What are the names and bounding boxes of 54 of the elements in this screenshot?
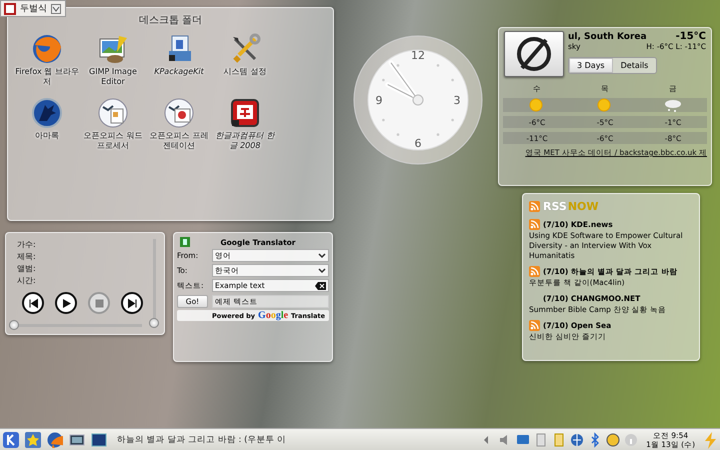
- keyboard-icon: [51, 4, 61, 14]
- app-launcher[interactable]: 시스템 설정: [212, 33, 278, 91]
- app-launcher[interactable]: 한글과컴퓨터 한글 2008: [212, 97, 278, 155]
- rss-icon: [529, 320, 540, 331]
- google-logo: Google: [258, 310, 288, 321]
- chevron-down-icon: [318, 252, 326, 258]
- badge-icon[interactable]: [605, 432, 622, 448]
- document-icon: [97, 97, 129, 129]
- star-launcher[interactable]: [24, 430, 42, 448]
- track-info-label: 제목:: [17, 251, 37, 262]
- rss-icon: [529, 201, 540, 212]
- app-menu-launcher[interactable]: [2, 430, 20, 448]
- feed-logo-text: NOW: [568, 200, 599, 213]
- app-menu-icon: [3, 432, 19, 448]
- clear-icon: [315, 282, 326, 290]
- star-icon: [25, 432, 41, 448]
- monitor-icon: [69, 432, 85, 448]
- analog-clock: 12 3 6 9: [353, 35, 483, 165]
- presentation-icon: [163, 97, 195, 129]
- folder-title: 데스크톱 폴더: [138, 14, 202, 27]
- play-icon: [60, 298, 72, 308]
- app-launcher[interactable]: 오픈오피스 프레젠테이션: [146, 97, 212, 155]
- skip-forward-icon: [126, 298, 138, 308]
- unavailable-icon: [514, 34, 554, 74]
- painting-icon: [97, 33, 129, 65]
- globe-icon[interactable]: [569, 432, 586, 448]
- app-launcher[interactable]: 오픈오피스 워드 프로세서: [80, 97, 146, 155]
- weather-location: ul, South Korea: [568, 32, 647, 42]
- app-launcher[interactable]: 아마록: [14, 97, 80, 155]
- keyboard-layout-indicator[interactable]: 두벌식: [0, 0, 66, 17]
- weather-temperature: -15°C: [676, 31, 706, 42]
- stop-icon: [94, 298, 104, 308]
- app-launcher[interactable]: KPackageKit: [146, 33, 212, 91]
- square-icon: [4, 2, 16, 14]
- snow-cloud-icon: [664, 97, 682, 113]
- feed-logo-text: RSS: [543, 200, 567, 213]
- track-info-label: 시간:: [17, 275, 37, 286]
- track-info-label: 가수:: [17, 239, 37, 250]
- skip-back-icon: [28, 298, 38, 308]
- hangul-icon: [229, 97, 261, 129]
- app-launcher[interactable]: Firefox 웹 브라우저: [14, 33, 80, 91]
- taskbar-task[interactable]: 하늘의 별과 달과 그리고 바람 : (우분투 이: [112, 430, 282, 448]
- rss-icon: [529, 219, 540, 230]
- rss-icon: [529, 266, 540, 277]
- app-launcher[interactable]: GIMP Image Editor: [80, 33, 146, 91]
- track-info-label: 앨범:: [17, 263, 37, 274]
- window-icon: [91, 432, 107, 448]
- chevron-down-icon: [318, 268, 326, 274]
- weather-tab[interactable]: 3 Days: [569, 58, 613, 73]
- window-launcher[interactable]: [90, 430, 108, 448]
- translate-icon: [180, 237, 190, 247]
- globe-icon: [31, 33, 63, 65]
- wolf-icon: [31, 97, 63, 129]
- weather-tab[interactable]: Details: [612, 58, 656, 73]
